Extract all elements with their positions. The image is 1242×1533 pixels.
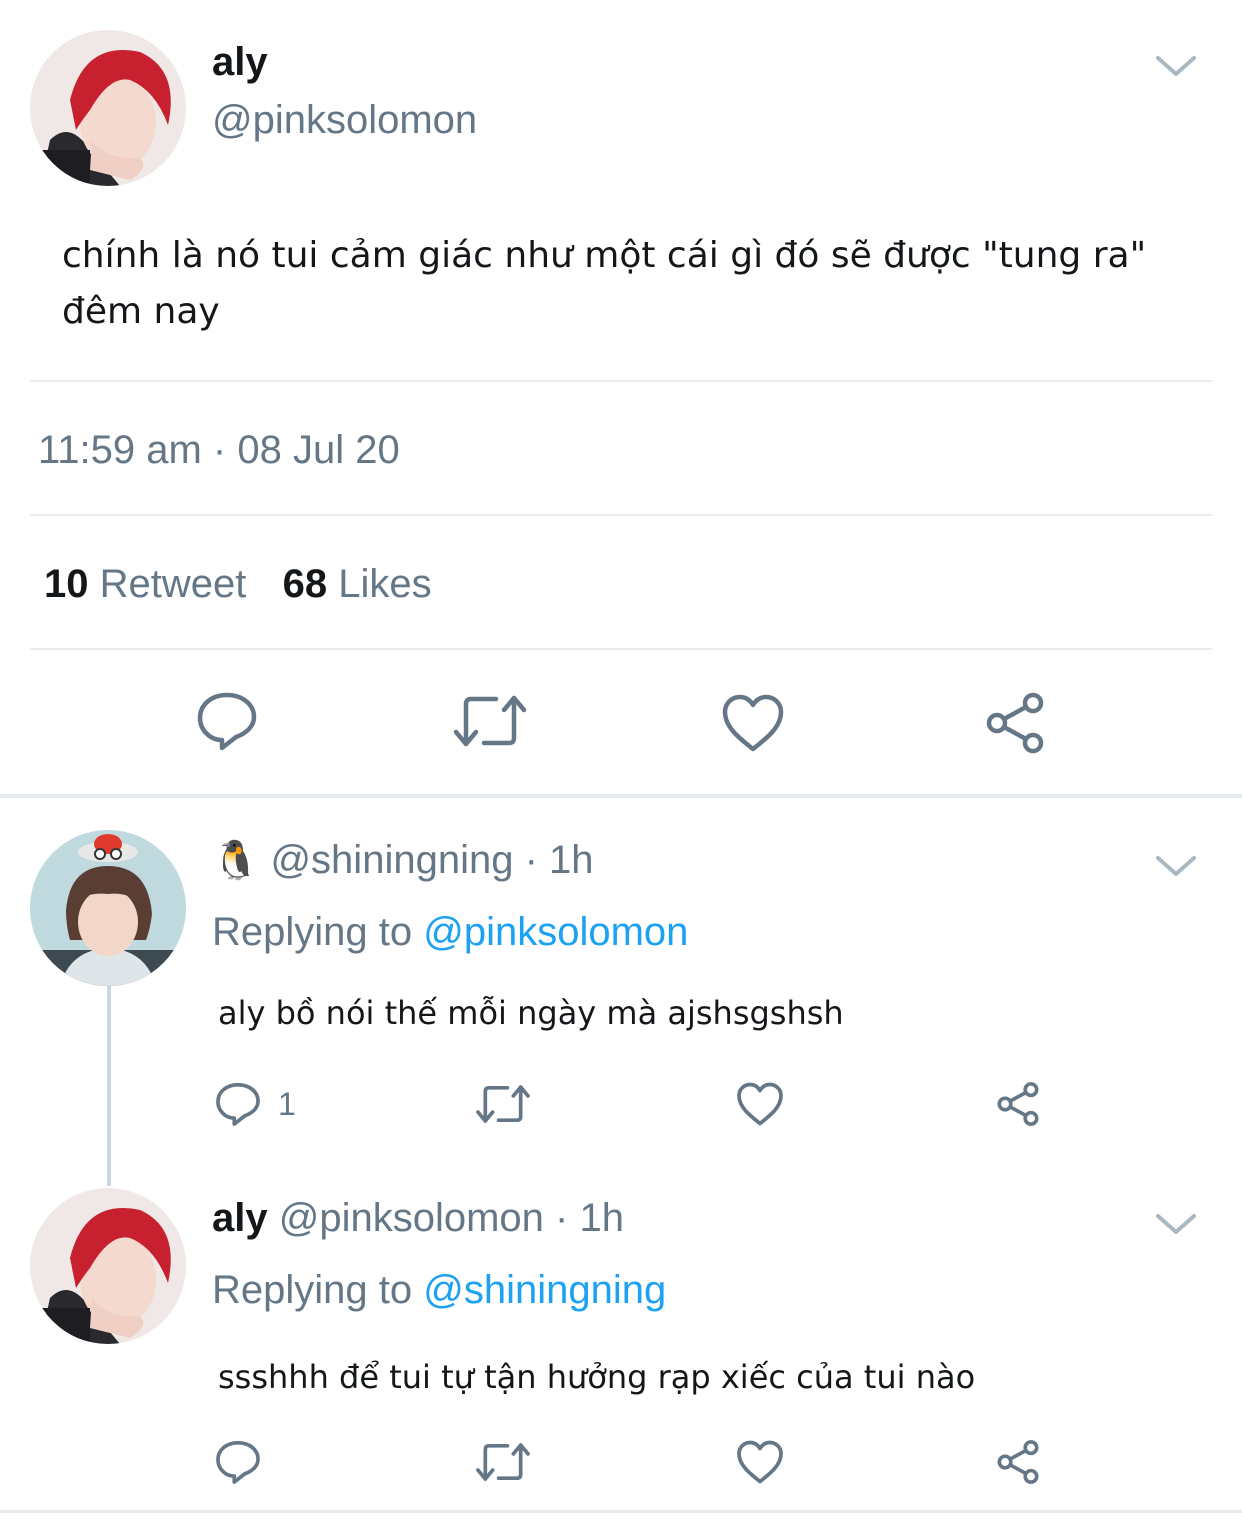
chevron-down-icon[interactable] <box>1154 1202 1198 1246</box>
retweet-label[interactable]: Retweet <box>100 562 247 606</box>
reply-text: aly bồ nói thế mỗi ngày mà ajshsgshsh <box>218 994 844 1032</box>
share-icon[interactable] <box>994 1080 1042 1128</box>
tweet-text-line: đêm nay <box>62 291 220 332</box>
reply-author-name[interactable]: aly <box>212 1196 268 1240</box>
replying-to-link[interactable]: @shiningning <box>423 1268 666 1312</box>
reply-time: · 1h <box>524 838 594 882</box>
divider <box>30 648 1212 650</box>
share-icon[interactable] <box>982 690 1048 756</box>
replying-to-label: Replying to <box>212 1268 413 1312</box>
reply-time: · 1h <box>555 1196 624 1240</box>
retweet-count[interactable]: 10 <box>44 562 89 606</box>
reply-icon[interactable] <box>214 1438 262 1486</box>
like-icon[interactable] <box>736 1438 784 1486</box>
author-name[interactable]: aly <box>212 40 268 85</box>
divider <box>30 380 1212 382</box>
like-label[interactable]: Likes <box>338 562 431 606</box>
tweet-text-line: chính là nó tui cảm giác như một cái gì … <box>62 235 1147 276</box>
penguin-icon: 🐧 <box>212 840 260 882</box>
like-count[interactable]: 68 <box>283 562 328 606</box>
reply-header: aly @pinksolomon · 1h <box>212 1196 624 1241</box>
section-separator <box>0 794 1242 798</box>
reply-handle[interactable]: @shiningning <box>270 838 513 882</box>
author-avatar[interactable] <box>30 30 186 186</box>
replying-to: Replying to @shiningning <box>212 1268 666 1313</box>
reply-icon[interactable] <box>214 1080 262 1128</box>
tweet-timestamp[interactable]: 11:59 am · 08 Jul 20 <box>38 428 400 473</box>
tweet-text: chính là nó tui cảm giác như một cái gì … <box>62 228 1212 340</box>
retweet-icon[interactable] <box>450 688 530 754</box>
chevron-down-icon[interactable] <box>1154 844 1198 888</box>
retweet-icon[interactable] <box>474 1080 532 1128</box>
replying-to-label: Replying to <box>212 910 413 954</box>
reply-handle[interactable]: @pinksolomon <box>279 1196 544 1240</box>
reply-header: 🐧 @shiningning · 1h <box>212 838 594 883</box>
tweet-stats: 10 Retweet 68 Likes <box>44 562 432 607</box>
replying-to-link[interactable]: @pinksolomon <box>423 910 688 954</box>
reply-text: ssshhh để tui tự tận hưởng rạp xiếc của … <box>218 1358 976 1396</box>
author-handle[interactable]: @pinksolomon <box>212 98 477 143</box>
reply-icon[interactable] <box>194 688 260 754</box>
thread-line <box>107 986 111 1186</box>
like-icon[interactable] <box>736 1080 784 1128</box>
reply-count: 1 <box>278 1086 296 1122</box>
divider <box>30 514 1212 516</box>
replying-to: Replying to @pinksolomon <box>212 910 688 955</box>
share-icon[interactable] <box>994 1438 1042 1486</box>
reply-avatar[interactable] <box>30 830 186 986</box>
reply-avatar[interactable] <box>30 1188 186 1344</box>
chevron-down-icon[interactable] <box>1154 44 1198 88</box>
like-icon[interactable] <box>720 690 786 756</box>
retweet-icon[interactable] <box>474 1438 532 1486</box>
bottom-divider <box>0 1510 1242 1513</box>
